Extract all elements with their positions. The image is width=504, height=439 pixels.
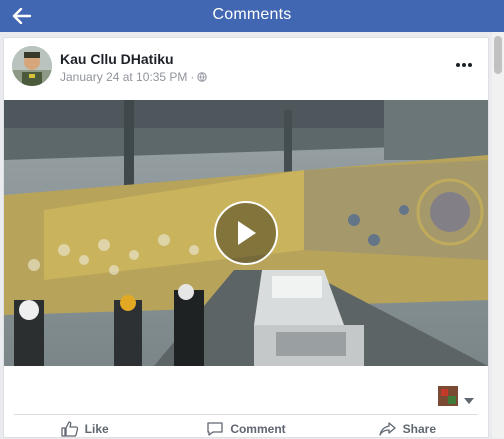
profile-thumbnail: [438, 386, 458, 406]
post-meta: January 24 at 10:35 PM ·: [60, 70, 208, 84]
comment-label: Comment: [230, 421, 286, 436]
video-player[interactable]: [4, 100, 488, 366]
share-arrow-icon: [378, 421, 396, 436]
scrollbar-thumb[interactable]: [494, 36, 502, 74]
scrollbar[interactable]: [492, 32, 504, 438]
top-bar: Comments: [0, 0, 504, 32]
play-button[interactable]: [214, 201, 278, 265]
more-dots-icon: [456, 63, 472, 67]
chevron-down-icon[interactable]: [464, 392, 474, 404]
like-button[interactable]: Like: [4, 418, 165, 439]
meta-separator: ·: [190, 70, 195, 84]
share-button[interactable]: Share: [327, 418, 488, 439]
more-options-button[interactable]: [452, 56, 476, 74]
page-title: Comments: [212, 6, 292, 23]
comment-button[interactable]: Comment: [165, 418, 326, 439]
action-bar: Like Comment Share: [4, 418, 488, 439]
post-header: Kau Cllu DHatiku January 24 at 10:35 PM …: [4, 38, 488, 100]
author-avatar[interactable]: [12, 46, 52, 86]
thumbs-up-icon: [61, 420, 78, 437]
divider: [14, 414, 478, 415]
share-label: Share: [402, 421, 436, 436]
reaction-row: [4, 376, 488, 416]
react-as-avatar[interactable]: [438, 386, 458, 406]
globe-icon: [197, 72, 208, 82]
comment-bubble-icon: [207, 421, 223, 436]
post-timestamp[interactable]: January 24 at 10:35 PM: [60, 70, 187, 84]
author-name[interactable]: Kau Cllu DHatiku: [60, 51, 174, 67]
avatar-image: [12, 46, 52, 86]
play-icon: [238, 221, 256, 245]
like-label: Like: [84, 421, 109, 436]
post-card: Kau Cllu DHatiku January 24 at 10:35 PM …: [3, 37, 489, 438]
